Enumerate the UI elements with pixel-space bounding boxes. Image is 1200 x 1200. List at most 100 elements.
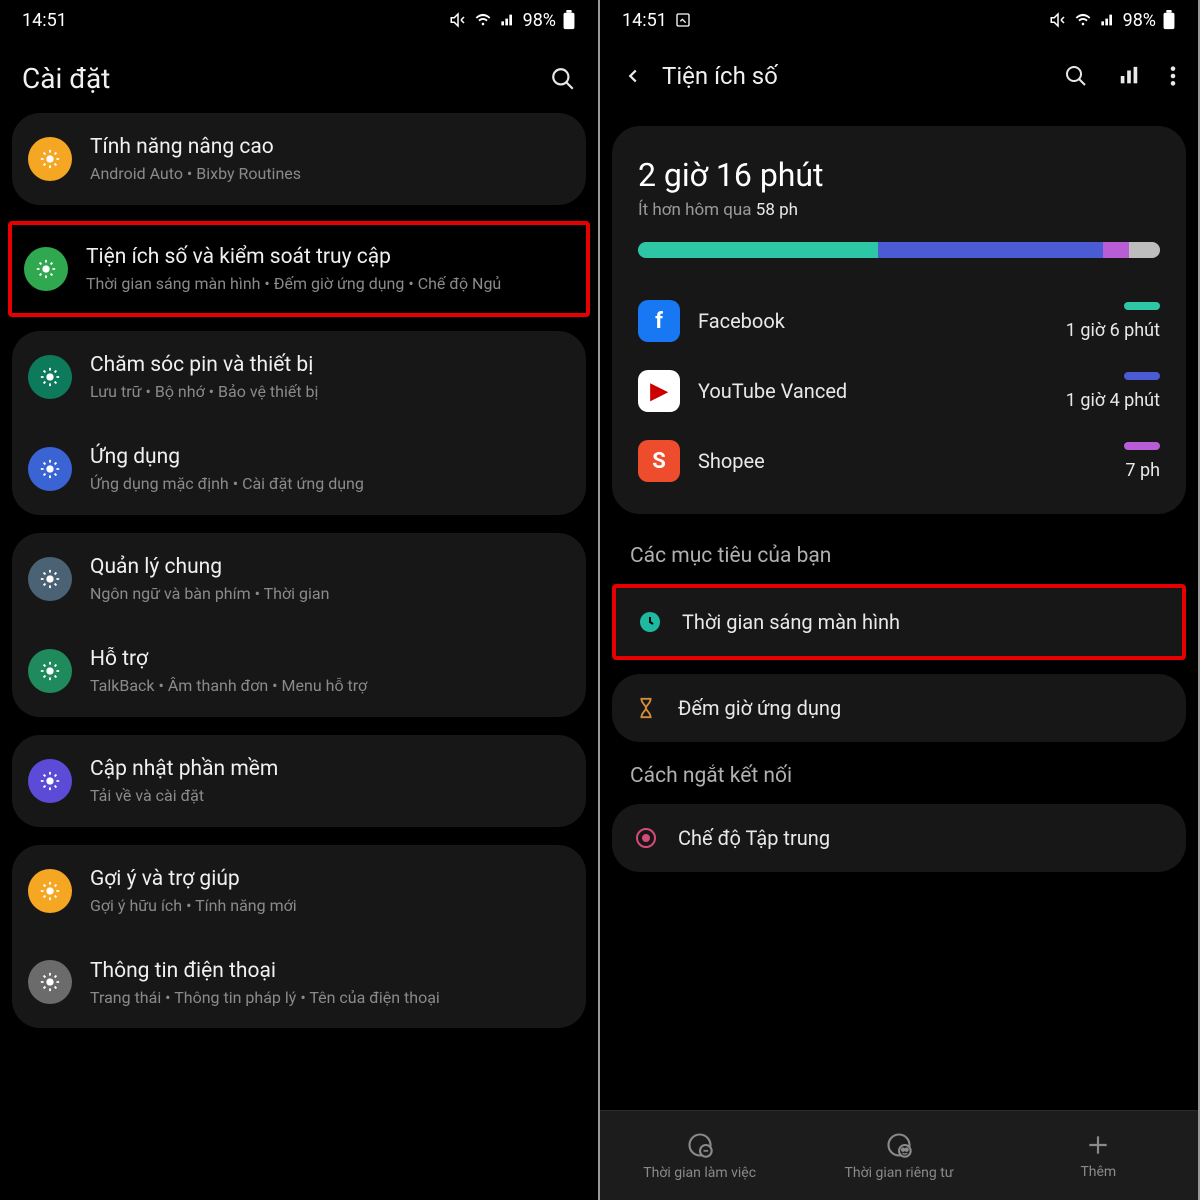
app-usage-row[interactable]: f Facebook 1 giờ 6 phút	[638, 286, 1160, 356]
wifi-icon	[1073, 12, 1093, 28]
goal-icon	[632, 694, 660, 722]
settings-header: Cài đặt	[0, 40, 598, 113]
status-right: 98%	[449, 10, 576, 31]
settings-row-sub: Tải về và cài đặt	[90, 785, 570, 807]
settings-row[interactable]: Gợi ý và trợ giúp Gợi ý hữu ích • Tính n…	[12, 845, 586, 937]
settings-row[interactable]: Hỗ trợ TalkBack • Âm thanh đơn • Menu hỗ…	[12, 625, 586, 717]
more-button[interactable]	[1170, 65, 1176, 87]
page-title: Tiện ích số	[662, 62, 778, 90]
search-icon	[550, 66, 576, 92]
app-name: Shopee	[698, 449, 1106, 473]
search-button[interactable]	[550, 66, 576, 92]
battery-icon	[562, 10, 576, 30]
settings-icon	[28, 355, 72, 399]
signal-icon	[499, 12, 517, 28]
settings-row[interactable]: Thông tin điện thoại Trang thái • Thông …	[12, 937, 586, 1029]
settings-row-title: Ứng dụng	[90, 443, 570, 471]
app-usage-row[interactable]: S Shopee 7 ph	[638, 426, 1160, 496]
digital-wellbeing-screen: 14:51 98% Tiện ích số	[600, 0, 1200, 1200]
tab-add[interactable]: Thêm	[999, 1111, 1198, 1200]
tab-work-time[interactable]: Thời gian làm việc	[600, 1111, 799, 1200]
settings-row-sub: Android Auto • Bixby Routines	[90, 163, 570, 185]
settings-row-title: Gợi ý và trợ giúp	[90, 865, 570, 893]
settings-icon	[28, 137, 72, 181]
settings-row[interactable]: Cập nhật phần mềm Tải về và cài đặt	[12, 735, 586, 827]
bottom-tabs: Thời gian làm việc Thời gian riêng tư Th…	[600, 1110, 1198, 1200]
highlight-box: Thời gian sáng màn hình	[612, 584, 1186, 660]
app-color-pill	[1124, 372, 1160, 380]
settings-row-sub: Trang thái • Thông tin pháp lý • Tên của…	[90, 987, 570, 1009]
wellbeing-header: Tiện ích số	[600, 40, 1198, 108]
settings-row-sub: Thời gian sáng màn hình • Đếm giờ ứng dụ…	[86, 273, 574, 295]
settings-row-sub: Lưu trữ • Bộ nhớ • Bảo vệ thiết bị	[90, 381, 570, 403]
tab-personal-time[interactable]: Thời gian riêng tư	[799, 1111, 998, 1200]
target-icon	[632, 824, 660, 852]
status-time: 14:51	[22, 10, 67, 31]
usage-comparison: Ít hơn hôm qua 58 ph	[638, 200, 1160, 220]
settings-row-title: Chăm sóc pin và thiết bị	[90, 351, 570, 379]
plus-icon	[1085, 1132, 1111, 1158]
battery-text: 98%	[523, 10, 556, 31]
usage-segment	[878, 242, 1102, 258]
highlight-box: Tiện ích số và kiểm soát truy cập Thời g…	[8, 221, 590, 317]
app-icon: f	[638, 300, 680, 342]
back-button[interactable]	[622, 65, 644, 87]
goal-row[interactable]: Đếm giờ ứng dụng	[612, 674, 1186, 742]
settings-icon	[28, 759, 72, 803]
work-icon	[686, 1131, 714, 1159]
settings-row-sub: Gợi ý hữu ích • Tính năng mới	[90, 895, 570, 917]
app-icon: S	[638, 440, 680, 482]
status-right: 98%	[1049, 10, 1176, 31]
screenshot-icon	[675, 12, 691, 28]
bar-chart-icon	[1118, 65, 1140, 87]
app-time: 7 ph	[1125, 460, 1160, 481]
usage-segment	[638, 242, 878, 258]
app-name: YouTube Vanced	[698, 379, 1048, 403]
settings-row-title: Thông tin điện thoại	[90, 957, 570, 985]
usage-segment	[1103, 242, 1129, 258]
disconnect-heading: Cách ngắt kết nối	[600, 756, 1198, 804]
settings-row[interactable]: Ứng dụng Ứng dụng mặc định • Cài đặt ứng…	[12, 423, 586, 515]
settings-screen: 14:51 98% Cài đặt Tính năng nâng cao And…	[0, 0, 600, 1200]
status-time: 14:51	[622, 10, 667, 31]
app-icon: ▶	[638, 370, 680, 412]
settings-row[interactable]: Chăm sóc pin và thiết bị Lưu trữ • Bộ nh…	[12, 331, 586, 423]
status-bar: 14:51 98%	[600, 0, 1198, 40]
settings-icon	[28, 447, 72, 491]
settings-icon	[28, 960, 72, 1004]
settings-row[interactable]: Quản lý chung Ngôn ngữ và bàn phím • Thờ…	[12, 533, 586, 625]
chart-button[interactable]	[1118, 65, 1140, 87]
search-icon	[1064, 64, 1088, 88]
settings-icon	[28, 557, 72, 601]
settings-group: Cập nhật phần mềm Tải về và cài đặt	[12, 735, 586, 827]
settings-row[interactable]: Tiện ích số và kiểm soát truy cập Thời g…	[12, 225, 586, 313]
goal-label: Đếm giờ ứng dụng	[678, 696, 841, 720]
mute-icon	[1049, 11, 1067, 29]
settings-row-sub: Ngôn ngữ và bàn phím • Thời gian	[90, 583, 570, 605]
app-color-pill	[1124, 442, 1160, 450]
settings-row-title: Cập nhật phần mềm	[90, 755, 570, 783]
page-title: Cài đặt	[22, 62, 110, 95]
usage-card[interactable]: 2 giờ 16 phút Ít hơn hôm qua 58 ph f Fac…	[612, 126, 1186, 514]
settings-group: Chăm sóc pin và thiết bị Lưu trữ • Bộ nh…	[12, 331, 586, 515]
settings-row-title: Quản lý chung	[90, 553, 570, 581]
wifi-icon	[473, 12, 493, 28]
focus-mode-row[interactable]: Chế độ Tập trung	[612, 804, 1186, 872]
settings-row-title: Hỗ trợ	[90, 645, 570, 673]
goal-row[interactable]: Thời gian sáng màn hình	[616, 588, 1182, 656]
settings-row-title: Tính năng nâng cao	[90, 133, 570, 161]
settings-row[interactable]: Tính năng nâng cao Android Auto • Bixby …	[12, 113, 586, 205]
signal-icon	[1099, 12, 1117, 28]
app-usage-row[interactable]: ▶ YouTube Vanced 1 giờ 4 phút	[638, 356, 1160, 426]
battery-text: 98%	[1123, 10, 1156, 31]
settings-row-sub: Ứng dụng mặc định • Cài đặt ứng dụng	[90, 473, 570, 495]
mute-icon	[449, 11, 467, 29]
usage-total: 2 giờ 16 phút	[638, 156, 1160, 194]
personal-icon	[885, 1131, 913, 1159]
goal-icon	[636, 608, 664, 636]
settings-icon	[28, 869, 72, 913]
goals-heading: Các mục tiêu của bạn	[600, 536, 1198, 584]
app-time: 1 giờ 6 phút	[1066, 320, 1160, 341]
settings-group: Quản lý chung Ngôn ngữ và bàn phím • Thờ…	[12, 533, 586, 717]
search-button[interactable]	[1064, 64, 1088, 88]
